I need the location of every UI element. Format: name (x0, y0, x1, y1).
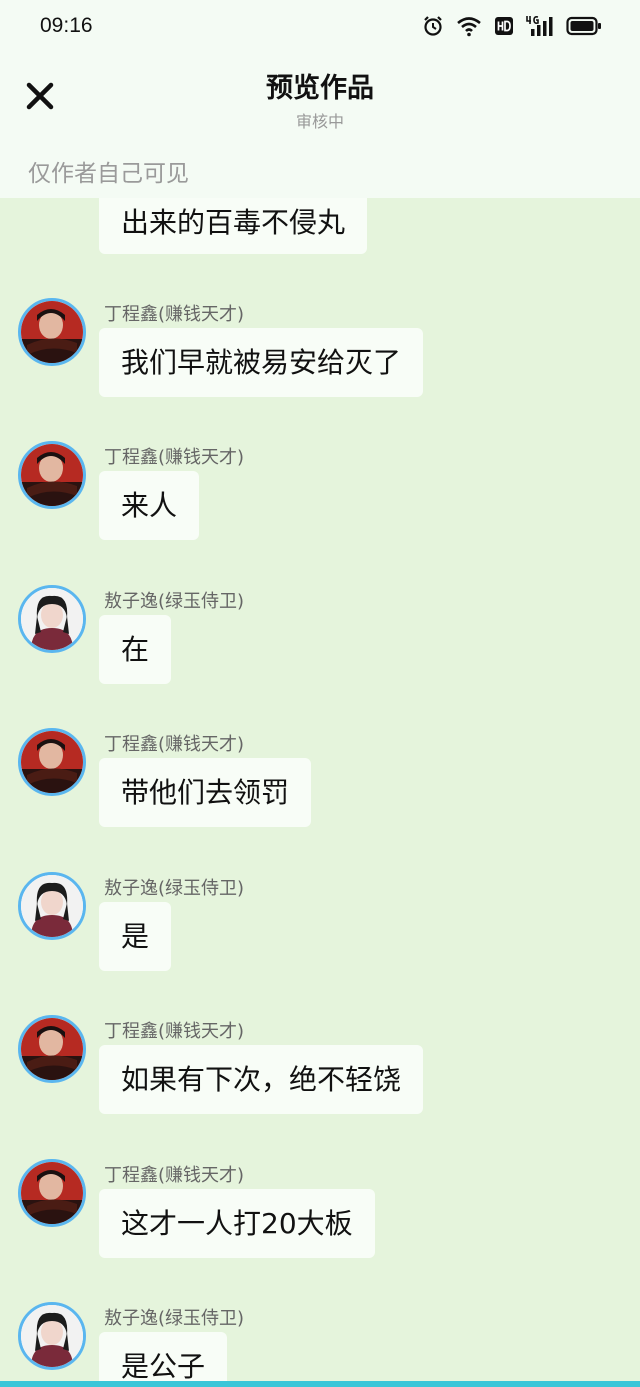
chat-list[interactable]: 出来的百毒不侵丸 丁程鑫(赚钱天才) 我们早就被易安给灭了 丁程鑫(赚钱天才) … (0, 198, 640, 1381)
avatar-ding-icon (21, 1162, 83, 1224)
avatar-ao-icon (21, 875, 83, 937)
avatar-ding-icon (21, 1018, 83, 1080)
signal-4g-icon (526, 16, 553, 36)
speaker-name: 丁程鑫(赚钱天才) (104, 304, 245, 325)
preview-header: 预览作品 审核中 仅作者自己可见 (0, 56, 640, 198)
avatar-ding-icon (21, 444, 83, 506)
avatar-ding-icon (21, 301, 83, 363)
avatar[interactable] (18, 298, 86, 366)
message-bubble: 来人 (99, 471, 200, 540)
speaker-name: 丁程鑫(赚钱天才) (104, 1165, 245, 1186)
hd-icon (495, 17, 513, 35)
avatar[interactable] (18, 441, 86, 509)
avatar-ao-icon (21, 1305, 83, 1367)
speaker-name: 敖子逸(绿玉侍卫) (104, 591, 245, 612)
speaker-name: 丁程鑫(赚钱天才) (104, 447, 245, 468)
alarm-icon (424, 16, 442, 36)
speaker-name: 丁程鑫(赚钱天才) (104, 1021, 245, 1042)
avatar[interactable] (18, 1302, 86, 1370)
message-bubble: 出来的百毒不侵丸 (99, 198, 368, 254)
message-bubble: 是公子 (99, 1332, 228, 1381)
battery-icon (566, 16, 601, 36)
visibility-note: 仅作者自己可见 (28, 161, 189, 187)
message-bubble: 带他们去领罚 (99, 758, 312, 827)
avatar[interactable] (18, 585, 86, 653)
avatar[interactable] (18, 728, 86, 796)
speaker-name: 丁程鑫(赚钱天才) (104, 734, 245, 755)
message-bubble: 在 (99, 615, 172, 684)
message-bubble: 这才一人打20大板 (99, 1189, 375, 1258)
bottom-accent-bar (0, 1381, 640, 1387)
avatar-ao-icon (21, 588, 83, 650)
message-bubble: 如果有下次，绝不轻饶 (99, 1045, 424, 1114)
review-status: 审核中 (295, 112, 344, 131)
status-time: 09:16 (40, 14, 93, 37)
wifi-icon (457, 17, 481, 37)
avatar-ding-icon (21, 731, 83, 793)
status-icons (422, 15, 602, 37)
avatar[interactable] (18, 1015, 86, 1083)
message-bubble: 是 (99, 902, 172, 971)
avatar[interactable] (18, 872, 86, 940)
speaker-name: 敖子逸(绿玉侍卫) (104, 878, 245, 899)
speaker-name: 敖子逸(绿玉侍卫) (104, 1308, 245, 1329)
message-bubble: 我们早就被易安给灭了 (99, 328, 424, 397)
avatar[interactable] (18, 1159, 86, 1227)
page-title: 预览作品 (266, 73, 374, 104)
status-bar: 09:16 (0, 0, 640, 56)
